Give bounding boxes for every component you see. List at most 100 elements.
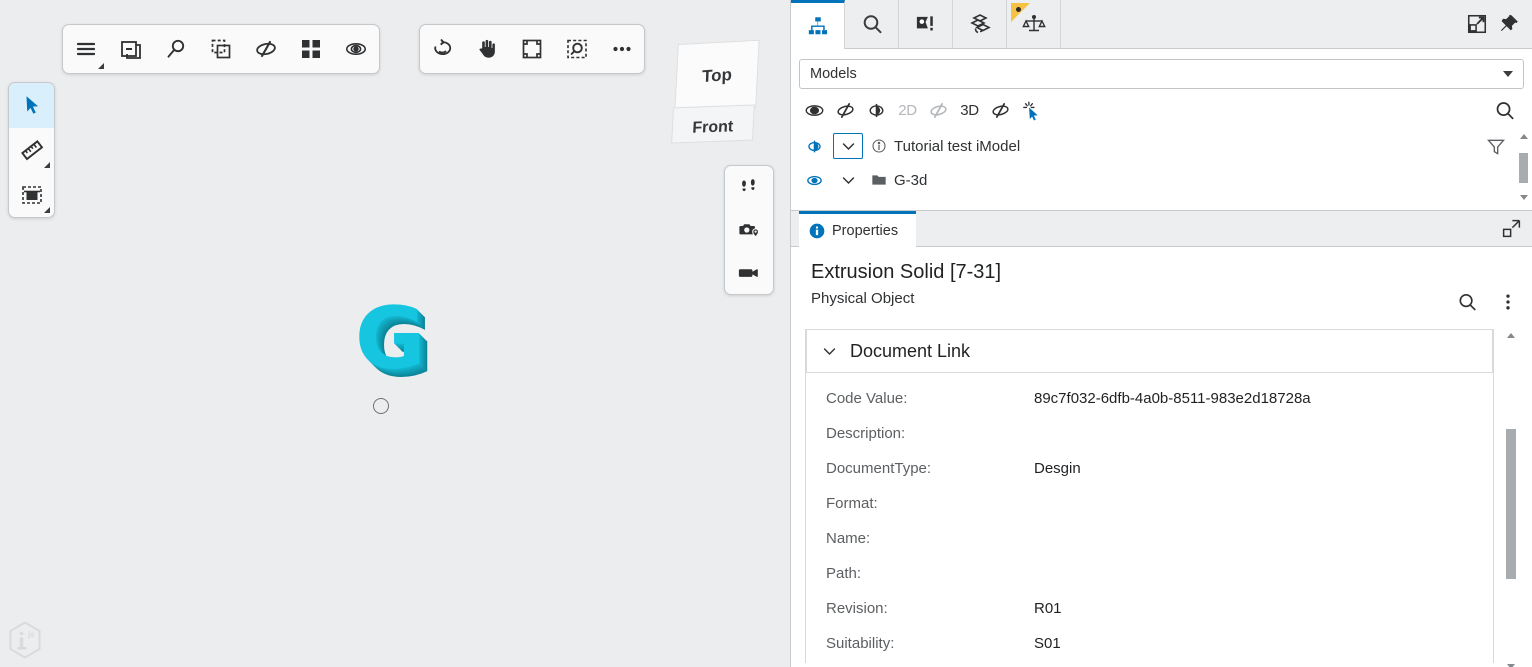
property-label: Revision: xyxy=(826,600,1034,617)
property-row[interactable]: Path: xyxy=(806,556,1493,591)
tree-scrollbar[interactable] xyxy=(1517,131,1530,203)
tree-node-label: Tutorial test iModel xyxy=(894,138,1020,155)
property-rows: Code Value: 89c7f032-6dfb-4a0b-8511-983e… xyxy=(806,373,1493,663)
tab-version-compare[interactable] xyxy=(1007,0,1061,48)
tree-node-imodel[interactable]: Tutorial test iModel xyxy=(791,129,1532,163)
window-minimize-icon[interactable] xyxy=(108,26,153,73)
property-row[interactable]: Description: xyxy=(806,416,1493,451)
node-visibility-eye-icon[interactable] xyxy=(801,171,827,190)
property-row[interactable]: Revision: R01 xyxy=(806,591,1493,626)
right-side-panel: Models 2D 3D xyxy=(790,0,1532,667)
view-cube-top-label: Top xyxy=(702,65,733,87)
pin-icon[interactable] xyxy=(1498,13,1520,35)
property-row[interactable]: DocumentType: Desgin xyxy=(806,451,1493,486)
scroll-down-arrow-icon[interactable] xyxy=(1520,195,1528,200)
tab-map[interactable] xyxy=(899,0,953,48)
models-dropdown[interactable]: Models xyxy=(799,59,1524,89)
view-2d-icon[interactable]: 2D xyxy=(892,96,923,124)
properties-scrollbar[interactable] xyxy=(1504,329,1518,667)
property-row[interactable]: Name: xyxy=(806,521,1493,556)
itwin-js-logo-icon: js xyxy=(8,621,42,659)
magnifier-icon[interactable] xyxy=(153,26,198,73)
property-label: DocumentType: xyxy=(826,460,1034,477)
properties-header: Extrusion Solid [7-31] Physical Object xyxy=(791,247,1532,315)
property-label: Code Value: xyxy=(826,390,1034,407)
map-pin-icon xyxy=(914,13,937,36)
viewport-right-toolbar xyxy=(724,165,774,295)
property-row[interactable]: Code Value: 89c7f032-6dfb-4a0b-8511-983e… xyxy=(806,381,1493,416)
application-window: Top Front G js xyxy=(0,0,1532,667)
svg-text:js: js xyxy=(27,630,35,639)
info-circle-icon xyxy=(809,223,825,239)
filter-funnel-icon[interactable] xyxy=(1486,137,1506,162)
property-label: Name: xyxy=(826,530,1034,547)
tree-node-expand-button[interactable] xyxy=(833,133,863,159)
select-arrow-icon[interactable] xyxy=(9,83,54,128)
layers-stack-icon xyxy=(968,12,992,36)
property-value: Desgin xyxy=(1034,460,1081,477)
property-menu-icon[interactable] xyxy=(1498,292,1518,312)
property-row[interactable]: Suitability: S01 xyxy=(806,626,1493,661)
3d-viewport[interactable]: Top Front G js xyxy=(0,0,790,667)
tree-selector-row: Models xyxy=(791,49,1532,93)
cursor-sparkle-icon[interactable] xyxy=(1016,96,1047,124)
view-cube-front-face[interactable]: Front xyxy=(671,105,755,144)
pan-hand-icon[interactable] xyxy=(465,26,510,73)
view-3d-icon[interactable]: 3D xyxy=(954,96,985,124)
properties-scrollbar-thumb[interactable] xyxy=(1506,429,1516,579)
camera-location-icon[interactable] xyxy=(725,209,773,252)
measure-expand-triangle xyxy=(44,162,50,168)
properties-expand-icon[interactable] xyxy=(1501,218,1522,244)
video-camera-icon[interactable] xyxy=(725,251,773,294)
hierarchy-icon xyxy=(807,15,829,37)
section-expand-triangle xyxy=(44,207,50,213)
hide-3d-icon[interactable] xyxy=(985,96,1016,124)
tree-search-icon[interactable] xyxy=(1489,96,1520,124)
properties-body: Document Link Code Value: 89c7f032-6dfb-… xyxy=(805,329,1518,667)
property-category-header[interactable]: Document Link xyxy=(806,329,1493,373)
eye-slash-icon[interactable] xyxy=(243,26,288,73)
fit-view-icon[interactable] xyxy=(510,26,555,73)
scroll-up-arrow-icon[interactable] xyxy=(1520,134,1528,139)
tab-strip-actions xyxy=(1466,0,1532,48)
copy-select-icon[interactable] xyxy=(198,26,243,73)
model-tree: Tutorial test iModel G-3d xyxy=(791,127,1532,211)
node-visibility-half-eye-icon[interactable] xyxy=(801,137,827,156)
tab-search[interactable] xyxy=(845,0,899,48)
search-icon xyxy=(860,12,884,36)
expand-panel-icon[interactable] xyxy=(1466,13,1488,35)
tree-node-expand-chevron[interactable] xyxy=(833,167,863,193)
tab-layers[interactable] xyxy=(953,0,1007,48)
scroll-up-arrow-icon[interactable] xyxy=(1507,333,1515,338)
walk-footsteps-icon[interactable] xyxy=(725,166,773,209)
model-extrusion-solid[interactable]: G xyxy=(355,298,430,386)
flag-badge-dot xyxy=(1016,7,1021,12)
chevron-down-icon xyxy=(821,343,838,360)
show-all-icon[interactable] xyxy=(799,96,830,124)
section-clip-icon[interactable] xyxy=(9,172,54,217)
tab-properties-label: Properties xyxy=(832,223,898,239)
property-category-card: Document Link Code Value: 89c7f032-6dfb-… xyxy=(805,329,1494,663)
tab-properties[interactable]: Properties xyxy=(799,211,916,247)
property-row[interactable]: Format: xyxy=(806,486,1493,521)
view-cube-top-face[interactable]: Top xyxy=(674,40,759,113)
more-dots-icon[interactable] xyxy=(599,26,644,73)
rotate-view-icon[interactable] xyxy=(420,26,465,73)
window-area-icon[interactable] xyxy=(554,26,599,73)
measure-ruler-icon[interactable] xyxy=(9,128,54,173)
hide-2d-icon[interactable] xyxy=(923,96,954,124)
hide-all-icon[interactable] xyxy=(830,96,861,124)
view-cube[interactable]: Top Front xyxy=(668,42,760,134)
tree-node-g3d[interactable]: G-3d xyxy=(791,163,1532,197)
tab-model-tree[interactable] xyxy=(791,0,845,49)
tree-scrollbar-thumb[interactable] xyxy=(1519,153,1528,183)
invert-display-icon[interactable] xyxy=(861,96,892,124)
eye-icon[interactable] xyxy=(333,26,378,73)
model-circle-element[interactable] xyxy=(373,398,389,414)
grid-squares-icon[interactable] xyxy=(288,26,333,73)
property-search-icon[interactable] xyxy=(1456,291,1478,313)
menu-icon[interactable] xyxy=(63,26,108,73)
model-letter-g: G xyxy=(355,298,426,380)
panel-tab-strip xyxy=(791,0,1532,49)
viewport-left-toolbar xyxy=(8,82,55,218)
